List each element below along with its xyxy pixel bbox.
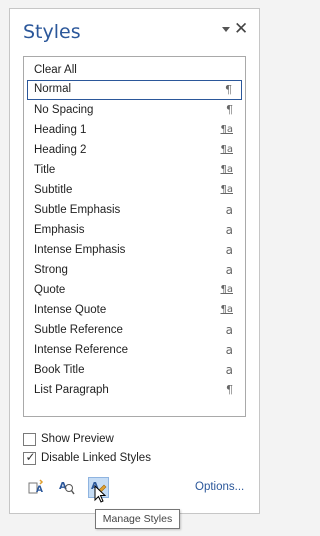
style-item-label: Quote — [34, 284, 66, 296]
style-item-label: Book Title — [34, 364, 85, 376]
style-item-label: Heading 2 — [34, 144, 87, 156]
chevron-down-icon[interactable] — [222, 27, 230, 32]
style-item-label: Emphasis — [34, 224, 85, 236]
style-item[interactable]: List Paragraph ¶ — [27, 380, 242, 400]
paragraph-style-icon: ¶ — [225, 83, 232, 96]
character-style-icon: a — [225, 203, 233, 217]
style-item-label: List Paragraph — [34, 384, 109, 396]
style-inspector-button[interactable]: A — [56, 477, 77, 498]
character-style-icon: a — [225, 223, 233, 237]
style-item-label: Intense Reference — [34, 344, 128, 356]
options-link[interactable]: Options... — [195, 481, 244, 493]
linked-style-icon: ¶a — [220, 184, 234, 195]
svg-text:A: A — [36, 485, 43, 495]
style-item[interactable]: Quote ¶a — [27, 280, 242, 300]
style-item-label: Subtle Emphasis — [34, 204, 121, 216]
style-item[interactable]: Normal ¶ — [27, 80, 242, 100]
character-style-icon: a — [225, 363, 233, 377]
style-item-label: Subtitle — [34, 184, 73, 196]
character-style-icon: a — [225, 343, 233, 357]
show-preview-label: Show Preview — [41, 433, 114, 445]
pane-title: Styles — [23, 21, 81, 43]
linked-style-icon: ¶a — [220, 124, 234, 135]
close-icon[interactable]: ✕ — [234, 20, 248, 37]
style-item[interactable]: Book Title a — [27, 360, 242, 380]
linked-style-icon: ¶a — [220, 284, 234, 295]
character-style-icon: a — [225, 323, 233, 337]
new-style-icon: A — [28, 479, 44, 495]
style-item[interactable]: No Spacing ¶ — [27, 100, 242, 120]
style-item[interactable]: Heading 2 ¶a — [27, 140, 242, 160]
linked-style-icon: ¶a — [220, 164, 234, 175]
linked-style-icon: ¶a — [220, 304, 234, 315]
styles-pane: Styles ✕ Clear All Normal ¶ No Spacing ¶ Head… — [9, 8, 260, 514]
checkmark-icon: ✓ — [25, 449, 36, 464]
style-item[interactable]: Intense Quote ¶a — [27, 300, 242, 320]
style-item[interactable]: Subtle Emphasis a — [27, 200, 242, 220]
style-item[interactable]: Strong a — [27, 260, 242, 280]
style-item[interactable]: Intense Reference a — [27, 340, 242, 360]
character-style-icon: a — [225, 243, 233, 257]
style-item-label: Subtle Reference — [34, 324, 123, 336]
disable-linked-styles-checkbox[interactable]: ✓ Disable Linked Styles — [23, 450, 151, 466]
style-item-label: Strong — [34, 264, 68, 276]
new-style-button[interactable]: A — [26, 477, 47, 498]
tooltip: Manage Styles — [95, 509, 180, 529]
show-preview-checkbox[interactable]: Show Preview — [23, 431, 114, 447]
style-item[interactable]: Emphasis a — [27, 220, 242, 240]
style-item[interactable]: Heading 1 ¶a — [27, 120, 242, 140]
style-item[interactable]: Title ¶a — [27, 160, 242, 180]
checkbox-box[interactable]: ✓ — [23, 449, 36, 465]
paragraph-style-icon: ¶ — [226, 103, 233, 116]
style-item-label: Heading 1 — [34, 124, 87, 136]
character-style-icon: a — [225, 263, 233, 277]
style-inspector-icon: A — [59, 481, 75, 495]
style-item[interactable]: Subtitle ¶a — [27, 180, 242, 200]
style-item-label: Clear All — [34, 64, 77, 76]
linked-style-icon: ¶a — [220, 144, 234, 155]
style-item-label: Normal — [34, 83, 72, 95]
style-item-label: Title — [34, 164, 56, 176]
style-item-label: Intense Emphasis — [34, 244, 126, 256]
style-item[interactable]: Subtle Reference a — [27, 320, 242, 340]
checkbox-box[interactable] — [23, 432, 36, 446]
style-item-label: Intense Quote — [34, 304, 107, 316]
mouse-pointer-icon — [94, 485, 107, 503]
style-list[interactable]: Clear All Normal ¶ No Spacing ¶ Heading 1 ¶a He… — [23, 56, 246, 417]
paragraph-style-icon: ¶ — [226, 383, 233, 396]
style-item[interactable]: Clear All — [27, 60, 242, 80]
disable-linked-styles-label: Disable Linked Styles — [41, 452, 151, 464]
style-item[interactable]: Intense Emphasis a — [27, 240, 242, 260]
style-item-label: No Spacing — [34, 104, 94, 116]
